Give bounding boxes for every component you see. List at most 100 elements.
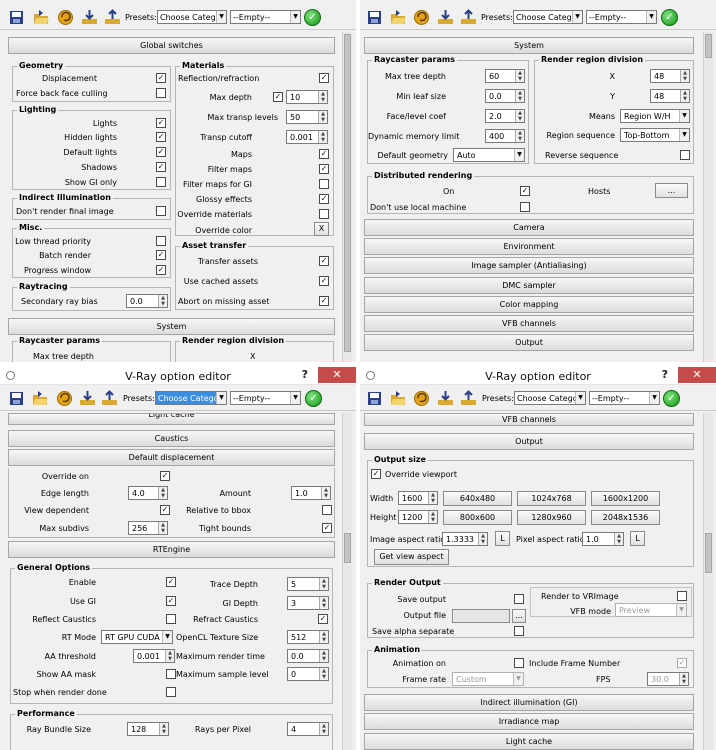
scroll-thumb[interactable] — [344, 34, 351, 352]
export-icon[interactable] — [104, 9, 121, 26]
override-on-checkbox[interactable]: ✓ — [160, 471, 170, 481]
save-icon[interactable] — [366, 390, 383, 407]
empty-combo[interactable]: --Empty-- ▼ — [230, 10, 301, 24]
apply-check-icon[interactable]: ✓ — [661, 9, 678, 26]
cached-assets-checkbox[interactable]: ✓ — [319, 276, 329, 286]
ray-bundle-spinner[interactable]: 128 ▲ ▼ — [127, 722, 169, 736]
load-icon[interactable] — [437, 390, 454, 407]
transp-cutoff-spinner[interactable]: 0.001 ▲ ▼ — [286, 130, 328, 144]
region-y-spinner[interactable]: 48 ▲ ▼ — [650, 89, 690, 103]
rollout-dmc-sampler[interactable]: DMC sampler — [364, 277, 694, 294]
hosts-button[interactable]: ... — [655, 183, 688, 198]
scroll-thumb[interactable] — [705, 533, 712, 573]
open-icon[interactable] — [390, 9, 407, 26]
close-icon[interactable]: ✕ — [318, 367, 356, 383]
preset-1024x768-button[interactable]: 1024x768 — [517, 491, 586, 506]
amount-spinner[interactable]: 1.0 ▲ ▼ — [291, 486, 331, 500]
max-sample-level-spinner[interactable]: 0 ▲ ▼ — [287, 667, 329, 681]
reset-icon[interactable] — [57, 9, 74, 26]
rays-per-pixel-spinner[interactable]: 4 ▲ ▼ — [287, 722, 329, 736]
apply-check-icon[interactable]: ✓ — [304, 9, 321, 26]
browse-output-button[interactable]: ... — [512, 609, 526, 623]
rollout-camera[interactable]: Camera — [364, 219, 694, 236]
empty-combo[interactable]: --Empty-- ▼ — [586, 10, 657, 24]
tl-scrollbar[interactable] — [342, 32, 352, 362]
presets-combo[interactable]: Choose Categor ▼ — [514, 391, 586, 405]
rollout-system[interactable]: System — [8, 318, 335, 335]
dont-render-checkbox[interactable] — [156, 206, 166, 216]
br-scrollbar[interactable] — [703, 413, 713, 750]
progress-window-checkbox[interactable]: ✓ — [156, 265, 166, 275]
rollout-image-sampler[interactable]: Image sampler (Antialiasing) — [364, 257, 694, 274]
hidden-lights-checkbox[interactable]: ✓ — [156, 132, 166, 142]
image-aspect-lock-button[interactable]: L — [495, 531, 510, 546]
preset-1280x960-button[interactable]: 1280x960 — [517, 510, 586, 525]
load-icon[interactable] — [81, 9, 98, 26]
max-depth-spinner[interactable]: 10 ▲ ▼ — [286, 90, 328, 104]
width-spinner[interactable]: 1600 ▲ ▼ — [398, 491, 438, 505]
max-transp-spinner[interactable]: 50 ▲ ▼ — [286, 110, 328, 124]
reflect-caustics-checkbox[interactable] — [166, 614, 176, 624]
output-file-field[interactable] — [452, 609, 510, 623]
secondary-bias-spinner[interactable]: 0.0 ▲ ▼ — [126, 294, 168, 308]
stop-render-done-checkbox[interactable] — [166, 687, 176, 697]
preset-800x600-button[interactable]: 800x600 — [443, 510, 512, 525]
reset-icon[interactable] — [413, 9, 430, 26]
override-materials-checkbox[interactable] — [319, 209, 329, 219]
min-leaf-spinner[interactable]: 0.0 ▲ ▼ — [485, 89, 525, 103]
rollout-output[interactable]: Output — [364, 334, 694, 351]
load-icon[interactable] — [437, 9, 454, 26]
max-depth-checkbox[interactable]: ✓ — [273, 92, 283, 102]
rollout-light-cache-peek[interactable]: Light cache — [8, 413, 335, 425]
face-level-spinner[interactable]: 2.0 ▲ ▼ — [485, 109, 525, 123]
max-render-time-spinner[interactable]: 0.0 ▲ ▼ — [287, 649, 329, 663]
glossy-checkbox[interactable]: ✓ — [319, 194, 329, 204]
include-frame-number-checkbox[interactable]: ✓ — [677, 658, 687, 668]
save-icon[interactable] — [8, 390, 25, 407]
open-icon[interactable] — [390, 390, 407, 407]
save-alpha-checkbox[interactable] — [514, 626, 524, 636]
show-aa-mask-checkbox[interactable] — [166, 669, 176, 679]
refract-caustics-checkbox[interactable]: ✓ — [318, 614, 328, 624]
override-viewport-checkbox[interactable]: ✓ — [371, 469, 381, 479]
rollout-output[interactable]: Output — [364, 433, 694, 450]
show-gi-checkbox[interactable] — [156, 177, 166, 187]
filter-maps-gi-checkbox[interactable] — [319, 179, 329, 189]
vfb-mode-select[interactable]: Preview ▼ — [615, 603, 687, 617]
rollout-irradiance-map[interactable]: Irradiance map — [364, 713, 694, 730]
help-icon[interactable]: ? — [302, 368, 308, 381]
fps-spinner[interactable]: 30.0 ▲ ▼ — [647, 672, 689, 686]
image-aspect-spinner[interactable]: 1.3333 ▲ ▼ — [442, 532, 488, 546]
rollout-caustics[interactable]: Caustics — [8, 430, 335, 447]
tight-bounds-checkbox[interactable]: ✓ — [322, 523, 332, 533]
means-select[interactable]: Region W/H ▼ — [620, 109, 690, 123]
aa-threshold-spinner[interactable]: 0.001 ▲ ▼ — [133, 649, 175, 663]
maps-checkbox[interactable]: ✓ — [319, 149, 329, 159]
opencl-texture-spinner[interactable]: 512 ▲ ▼ — [287, 630, 329, 644]
rollout-indirect-illumination[interactable]: Indirect illumination (GI) — [364, 694, 694, 711]
export-icon[interactable] — [460, 390, 477, 407]
reset-icon[interactable] — [56, 390, 73, 407]
rt-enable-checkbox[interactable]: ✓ — [166, 577, 176, 587]
default-lights-checkbox[interactable]: ✓ — [156, 147, 166, 157]
transfer-assets-checkbox[interactable]: ✓ — [319, 256, 329, 266]
load-icon[interactable] — [79, 390, 96, 407]
export-icon[interactable] — [101, 390, 118, 407]
frame-rate-select[interactable]: Custom ▼ — [452, 672, 524, 686]
animation-on-checkbox[interactable] — [514, 658, 524, 668]
rollout-vfb-channels[interactable]: VFB channels — [364, 315, 694, 332]
relative-bbox-checkbox[interactable] — [322, 505, 332, 515]
rollout-global-switches[interactable]: Global switches — [8, 37, 335, 54]
default-geometry-select[interactable]: Auto ▼ — [453, 148, 525, 162]
force-back-checkbox[interactable] — [156, 88, 166, 98]
preset-1600x1200-button[interactable]: 1600x1200 — [591, 491, 660, 506]
batch-render-checkbox[interactable]: ✓ — [156, 250, 166, 260]
open-icon[interactable] — [33, 9, 50, 26]
gi-depth-spinner[interactable]: 3 ▲ ▼ — [287, 596, 329, 610]
save-icon[interactable] — [8, 9, 25, 26]
reverse-sequence-checkbox[interactable] — [680, 150, 690, 160]
bl-scrollbar[interactable] — [342, 413, 352, 750]
save-output-checkbox[interactable] — [514, 594, 524, 604]
export-icon[interactable] — [460, 9, 477, 26]
get-view-aspect-button[interactable]: Get view aspect — [374, 549, 449, 565]
